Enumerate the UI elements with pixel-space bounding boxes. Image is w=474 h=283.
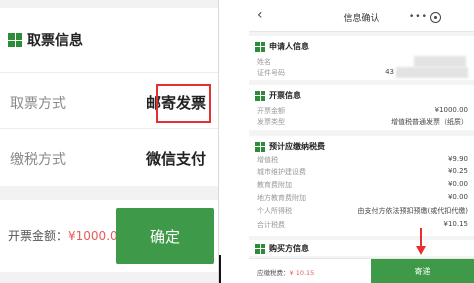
redacted-id [396,67,468,78]
tax-value: 由支付方依法预扣预缴(或代扣代缴) [357,207,468,215]
tax-total-label: 合计税费 [257,221,285,229]
invoice-type-label: 发票类型 [257,118,285,126]
section-title: 取票信息 [27,33,83,49]
tax-row: 教育费附加 ¥0.00 [249,179,474,190]
payable-tax: 应缴税费：¥ 10.15 [257,267,314,277]
arrow-head [416,246,426,255]
tax-value: ¥0.25 [447,167,468,175]
tax-total-value: ¥10.15 [443,220,469,228]
buyer-section[interactable]: 购买方信息 [249,240,474,256]
divider [218,0,219,283]
payment-method-value[interactable]: 微信支付 [146,148,206,169]
tax-row: 增值税 ¥9.90 [249,154,474,165]
payable-tax-value: ¥ 10.15 [289,269,315,277]
grid-icon [255,41,265,52]
invoice-type-row: 发票类型 增值税普通发票（纸质） [249,116,474,127]
right-footer: 应缴税费：¥ 10.15 寄递 [249,258,474,283]
tax-value: ¥0.00 [447,180,468,188]
id-number-value: 43 [385,68,394,76]
tax-label: 城市维护建设费 [257,168,306,176]
confirm-button[interactable]: 确定 [116,208,214,264]
tax-label: 地方教育费附加 [257,194,306,202]
invoice-amount-value: ¥1000.00 [434,106,468,114]
highlight-box [156,84,211,123]
tax-value: ¥0.00 [447,193,468,201]
tax-value: ¥9.90 [447,155,468,163]
payable-tax-label: 应缴税费： [257,269,290,277]
applicant-section: 申请人信息 姓名 证件号码 43 [249,36,474,80]
tax-row: 地方教育费附加 ¥0.00 [249,192,474,203]
more-icon[interactable]: ••• [409,12,428,22]
applicant-title: 申请人信息 [269,42,309,51]
tax-row: 个人所得税 由支付方依法预扣预缴(或代扣代缴) [249,205,474,216]
ticket-info-header: 取票信息 [8,30,83,50]
invoice-type-value: 增值税普通发票（纸质） [391,118,468,126]
payment-method-label: 缴税方式 [10,152,66,168]
invoice-title: 开票信息 [269,91,301,100]
tax-total-row: 合计税费 ¥10.15 [249,219,474,230]
grid-icon [255,141,265,152]
grid-icon [255,243,265,254]
arrow-annotation [420,228,422,248]
pickup-method-label: 取票方式 [10,96,66,112]
text-cursor [219,255,221,283]
id-number-row: 证件号码 43 [249,67,474,78]
target-icon[interactable] [430,12,441,23]
tax-section: 预计应缴纳税费 增值税 ¥9.90 城市维护建设费 ¥0.25 教育费附加 ¥0… [249,136,474,236]
invoice-amount-row: 开票金额 ¥1000.00 [249,105,474,116]
name-row: 姓名 [249,56,474,67]
left-footer: 开票金额：¥1000.00 确定 [0,200,218,272]
tax-title: 预计应缴纳税费 [269,142,325,151]
grid-icon [255,90,265,101]
buyer-title: 购买方信息 [269,244,309,253]
tax-label: 个人所得税 [257,207,292,215]
redacted-name [414,56,466,67]
tax-label: 教育费附加 [257,181,292,189]
payment-method-row[interactable]: 缴税方式 微信支付 [0,128,218,184]
invoice-amount: 开票金额：¥1000.00 [8,227,125,244]
mail-button[interactable]: 寄递 [371,259,474,283]
invoice-amount-label: 开票金额 [257,107,285,115]
tax-label: 增值税 [257,156,278,164]
right-panel: ‹ 信息确认 ••• 申请人信息 姓名 证件号码 43 开票信息 开票金额 ¥1… [249,0,474,283]
left-panel: 取票信息 取票方式 邮寄发票 缴税方式 微信支付 开票金额：¥1000.00 确… [0,0,218,283]
name-label: 姓名 [257,58,271,66]
id-number-label: 证件号码 [257,69,285,77]
invoice-amount-label: 开票金额： [8,229,69,243]
nav-bar: ‹ 信息确认 ••• [249,0,474,32]
grid-icon [8,33,22,47]
invoice-section: 开票信息 开票金额 ¥1000.00 发票类型 增值税普通发票（纸质） [249,85,474,130]
tax-row: 城市维护建设费 ¥0.25 [249,166,474,177]
